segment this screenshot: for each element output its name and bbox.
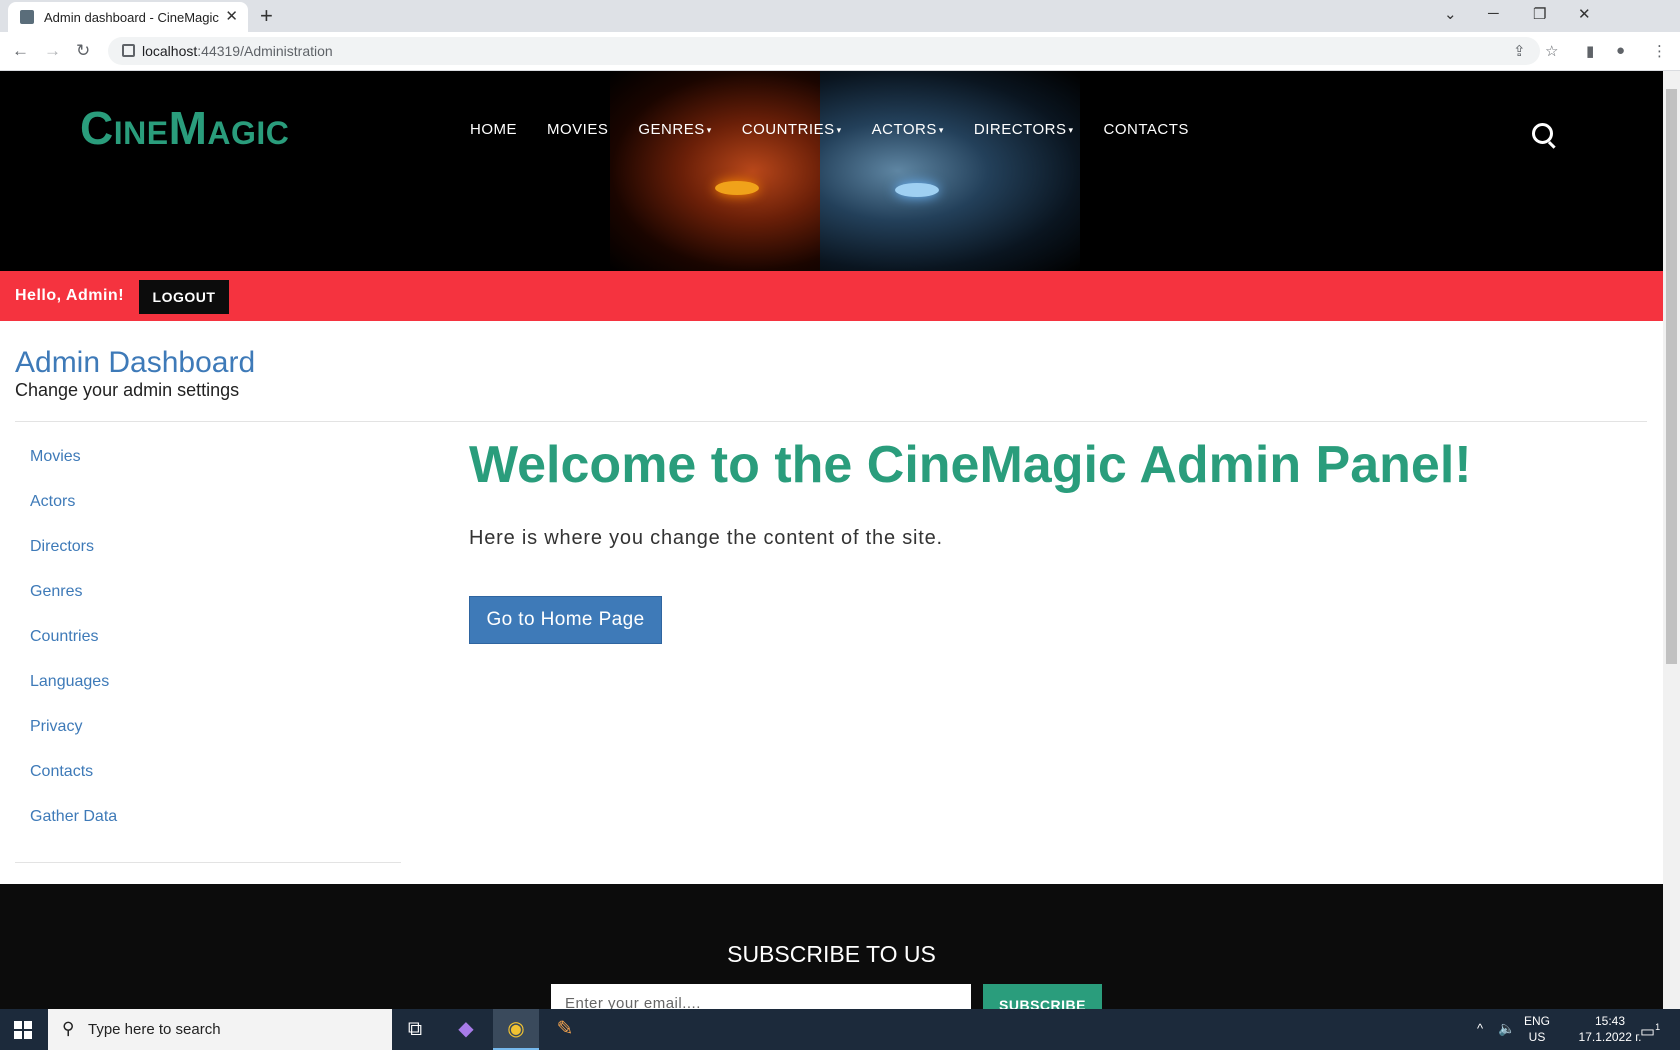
scrollbar-thumb[interactable] (1666, 89, 1677, 664)
nav-home[interactable]: HOME (470, 121, 517, 138)
back-icon[interactable]: ← (12, 41, 29, 61)
new-tab-icon[interactable]: + (260, 3, 273, 29)
sidebar-item-countries[interactable]: Countries (30, 626, 117, 671)
tab-title: Admin dashboard - CineMagic (44, 10, 219, 25)
go-home-button[interactable]: Go to Home Page (469, 596, 662, 644)
welcome-lead: Here is where you change the content of … (469, 527, 943, 549)
sidebar-item-privacy[interactable]: Privacy (30, 716, 117, 761)
address-bar[interactable]: localhost:44319/Administration (108, 37, 1540, 65)
tray-chevron-icon[interactable]: ^ (1477, 1021, 1483, 1037)
nav-movies[interactable]: MOVIES (547, 121, 608, 138)
nav-contacts[interactable]: CONTACTS (1104, 121, 1189, 138)
hero-image-fire-face (610, 71, 830, 271)
browser-toolbar: ← → ↻ localhost:44319/Administration ⇪ ☆… (0, 32, 1680, 71)
footer: SUBSCRIBE TO US SUBSCRIBE (0, 884, 1663, 1009)
windows-start-icon[interactable] (14, 1021, 32, 1039)
tab-close-icon[interactable]: ✕ (225, 7, 238, 25)
caret-down-icon: ▾ (1068, 124, 1074, 135)
browser-tab[interactable]: Admin dashboard - CineMagic ✕ (8, 2, 248, 32)
hero-image-ice-face (820, 71, 1080, 271)
divider (15, 421, 1647, 422)
chrome-icon[interactable]: ◉ (493, 1009, 539, 1050)
welcome-heading: Welcome to the CineMagic Admin Panel! (469, 436, 1472, 494)
admin-sidebar: Movies Actors Directors Genres Countries… (30, 446, 117, 851)
task-view-icon[interactable]: ⧉ (392, 1009, 438, 1050)
caret-down-icon: ▾ (836, 124, 842, 135)
sidebar-divider (15, 862, 401, 863)
page-viewport: CINEMAGIC HOME MOVIES GENRES ▾ COUNTRIES ▾… (0, 71, 1663, 1009)
language-indicator[interactable]: ENG US (1524, 1013, 1550, 1045)
restore-icon[interactable]: ❐ (1533, 5, 1546, 23)
nav-directors[interactable]: DIRECTORS ▾ (974, 121, 1074, 138)
site-favicon-icon (20, 10, 34, 24)
lock-icon[interactable] (122, 44, 135, 57)
main-nav: HOME MOVIES GENRES ▾ COUNTRIES ▾ ACTORS ▾ D… (470, 121, 1219, 138)
menu-kebab-icon[interactable]: ⋮ (1652, 42, 1667, 60)
side-panel-icon[interactable]: ▮ (1586, 42, 1594, 60)
caret-down-icon: ▾ (938, 124, 944, 135)
url-text[interactable]: localhost:44319/Administration (142, 43, 333, 59)
nav-genres[interactable]: GENRES ▾ (638, 121, 711, 138)
speaker-muted-icon[interactable]: 🔈 (1498, 1020, 1515, 1036)
sidebar-item-contacts[interactable]: Contacts (30, 761, 117, 806)
email-field[interactable] (551, 984, 971, 1009)
window-close-icon[interactable]: ✕ (1578, 5, 1591, 23)
logout-button[interactable]: LOGOUT (139, 280, 229, 314)
nav-countries[interactable]: COUNTRIES ▾ (742, 121, 842, 138)
sidebar-item-movies[interactable]: Movies (30, 446, 117, 491)
greeting-text: Hello, Admin! (15, 287, 125, 304)
browser-tabstrip: Admin dashboard - CineMagic ✕ + ⌄ ─ ❐ ✕ (0, 0, 1680, 32)
hero-eye-ice (895, 183, 939, 197)
site-logo[interactable]: CINEMAGIC (80, 101, 289, 155)
search-icon[interactable] (1532, 123, 1553, 144)
user-bar: Hello, Admin! LOGOUT (0, 271, 1663, 321)
bookmark-star-icon[interactable]: ☆ (1545, 42, 1558, 60)
reload-icon[interactable]: ↻ (76, 41, 90, 61)
sidebar-item-actors[interactable]: Actors (30, 491, 117, 536)
page-subtitle: Change your admin settings (15, 380, 240, 400)
taskbar-search[interactable]: ⚲ Type here to search (48, 1009, 392, 1050)
tab-search-icon[interactable]: ⌄ (1444, 5, 1457, 23)
page-title: Admin Dashboard (15, 346, 256, 379)
sidebar-item-languages[interactable]: Languages (30, 671, 117, 716)
header-hero: CINEMAGIC HOME MOVIES GENRES ▾ COUNTRIES ▾… (0, 71, 1663, 271)
taskbar-search-placeholder: Type here to search (88, 1021, 221, 1038)
share-icon[interactable]: ⇪ (1513, 42, 1526, 60)
sidebar-item-directors[interactable]: Directors (30, 536, 117, 581)
sidebar-item-gather-data[interactable]: Gather Data (30, 806, 117, 851)
sidebar-item-genres[interactable]: Genres (30, 581, 117, 626)
minimize-icon[interactable]: ─ (1488, 5, 1499, 22)
os-taskbar: ⚲ Type here to search ⧉ ◆ ◉ ✎ ^ 🔈 ENG US … (0, 1009, 1680, 1050)
subscribe-title: SUBSCRIBE TO US (727, 941, 936, 967)
forward-icon[interactable]: → (44, 41, 61, 61)
visual-studio-icon[interactable]: ◆ (443, 1009, 489, 1050)
page-scrollbar[interactable] (1663, 71, 1680, 1009)
search-icon: ⚲ (62, 1019, 75, 1038)
caret-down-icon: ▾ (706, 124, 712, 135)
paint-icon[interactable]: ✎ (542, 1009, 588, 1050)
hero-eye-fire (715, 181, 759, 195)
profile-avatar-icon[interactable]: ● (1616, 42, 1625, 59)
nav-actors[interactable]: ACTORS ▾ (872, 121, 944, 138)
notification-icon[interactable]: ▭1 (1640, 1019, 1660, 1040)
subscribe-button[interactable]: SUBSCRIBE (983, 984, 1102, 1009)
